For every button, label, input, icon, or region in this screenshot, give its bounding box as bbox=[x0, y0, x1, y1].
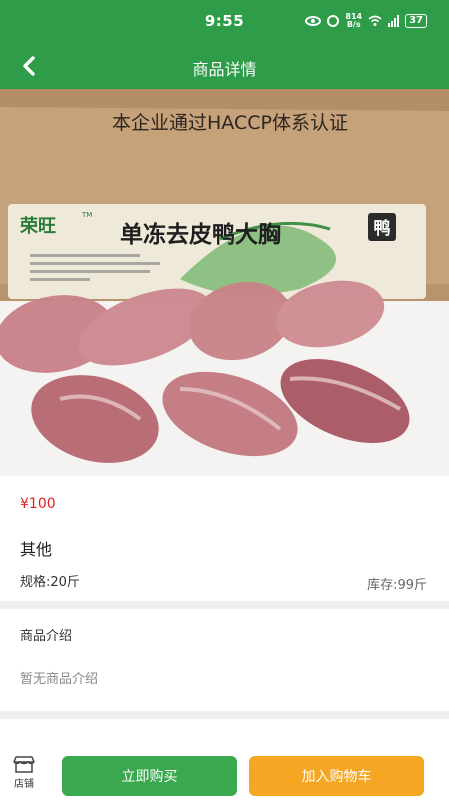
buy-now-button[interactable]: 立即购买 bbox=[62, 756, 237, 796]
box-certification-text: 本企业通过HACCP体系认证 bbox=[112, 112, 348, 134]
product-name: 其他 bbox=[20, 540, 53, 559]
battery-indicator: 37 bbox=[405, 14, 427, 28]
status-bar: 9:55 814 B/s 37 bbox=[0, 0, 449, 44]
store-button[interactable]: 店铺 bbox=[4, 755, 44, 797]
product-spec: 规格:20斤 bbox=[20, 575, 80, 590]
product-image[interactable]: 本企业通过HACCP体系认证 荣旺 TM 单冻去皮鸭大胸 鸭 bbox=[0, 89, 449, 476]
label-badge: 鸭 bbox=[374, 218, 391, 239]
brand-name: 荣旺 bbox=[19, 215, 56, 237]
section-divider bbox=[0, 601, 449, 609]
product-price: ¥100 bbox=[20, 496, 56, 512]
wifi-icon bbox=[368, 15, 382, 26]
network-speed: 814 B/s bbox=[345, 13, 362, 29]
intro-text: 暂无商品介绍 bbox=[20, 672, 99, 687]
page-title: 商品详情 bbox=[192, 60, 257, 79]
status-icons: 814 B/s 37 bbox=[305, 13, 427, 29]
bottom-action-bar: 店铺 立即购买 加入购物车 bbox=[0, 719, 449, 800]
section-divider bbox=[0, 711, 449, 719]
store-label: 店铺 bbox=[14, 779, 34, 790]
product-stock: 库存:99斤 bbox=[367, 578, 427, 593]
add-to-cart-button[interactable]: 加入购物车 bbox=[249, 756, 424, 796]
store-icon bbox=[13, 756, 35, 773]
signal-icon bbox=[388, 15, 400, 27]
network-speed-unit: B/s bbox=[346, 20, 361, 29]
app-header: 9:55 814 B/s 37 商品详情 bbox=[0, 0, 449, 89]
product-photo: 本企业通过HACCP体系认证 荣旺 TM 单冻去皮鸭大胸 鸭 bbox=[0, 89, 449, 476]
label-product-title: 单冻去皮鸭大胸 bbox=[120, 221, 281, 248]
eye-icon bbox=[305, 16, 322, 26]
brand-trademark: TM bbox=[81, 211, 92, 219]
intro-heading: 商品介绍 bbox=[20, 629, 73, 644]
title-bar: 商品详情 bbox=[0, 44, 449, 89]
alarm-icon bbox=[327, 15, 340, 27]
